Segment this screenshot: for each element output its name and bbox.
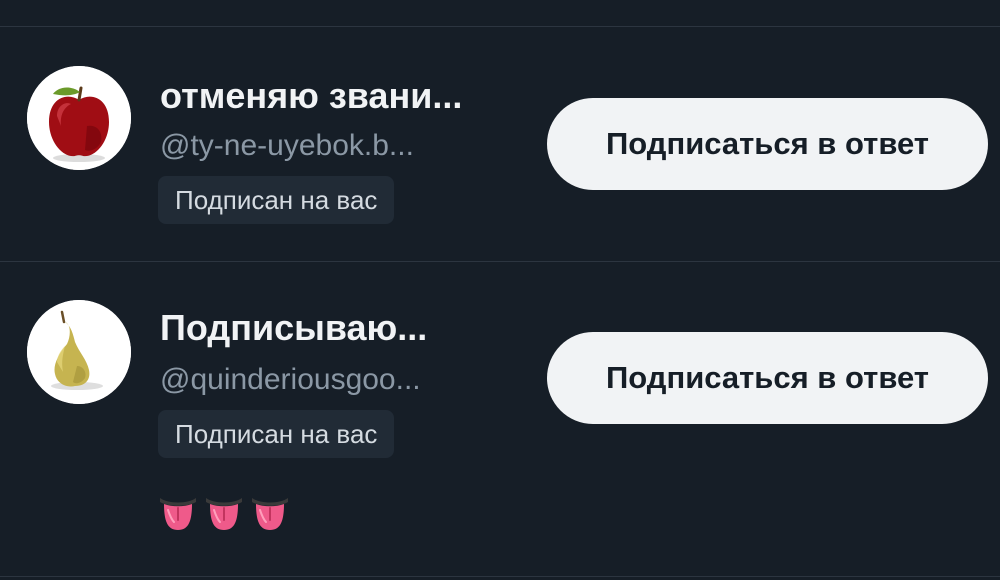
tongue-emoji-icon	[160, 498, 196, 530]
divider	[0, 261, 1000, 262]
follow-back-button[interactable]: Подписаться в ответ	[547, 98, 988, 190]
apple-icon	[27, 66, 131, 170]
follow-back-button[interactable]: Подписаться в ответ	[547, 332, 988, 424]
divider	[0, 26, 1000, 27]
user-bio	[158, 492, 290, 536]
divider	[0, 576, 1000, 577]
user-handle[interactable]: @quinderiousgoo...	[160, 360, 508, 400]
user-handle[interactable]: @ty-ne-uyebok.b...	[160, 126, 508, 166]
display-name[interactable]: Подписываю...	[160, 306, 520, 350]
follower-list: отменяю звани... @ty-ne-uyebok.b... Подп…	[0, 0, 1000, 580]
follows-you-badge: Подписан на вас	[158, 176, 395, 224]
avatar[interactable]	[27, 66, 131, 170]
avatar[interactable]	[27, 300, 131, 404]
pear-icon	[27, 300, 131, 404]
follows-you-badge: Подписан на вас	[158, 410, 395, 458]
tongue-emoji-icon	[252, 498, 288, 530]
display-name[interactable]: отменяю звани...	[160, 74, 520, 118]
tongue-emoji-icon	[206, 498, 242, 530]
